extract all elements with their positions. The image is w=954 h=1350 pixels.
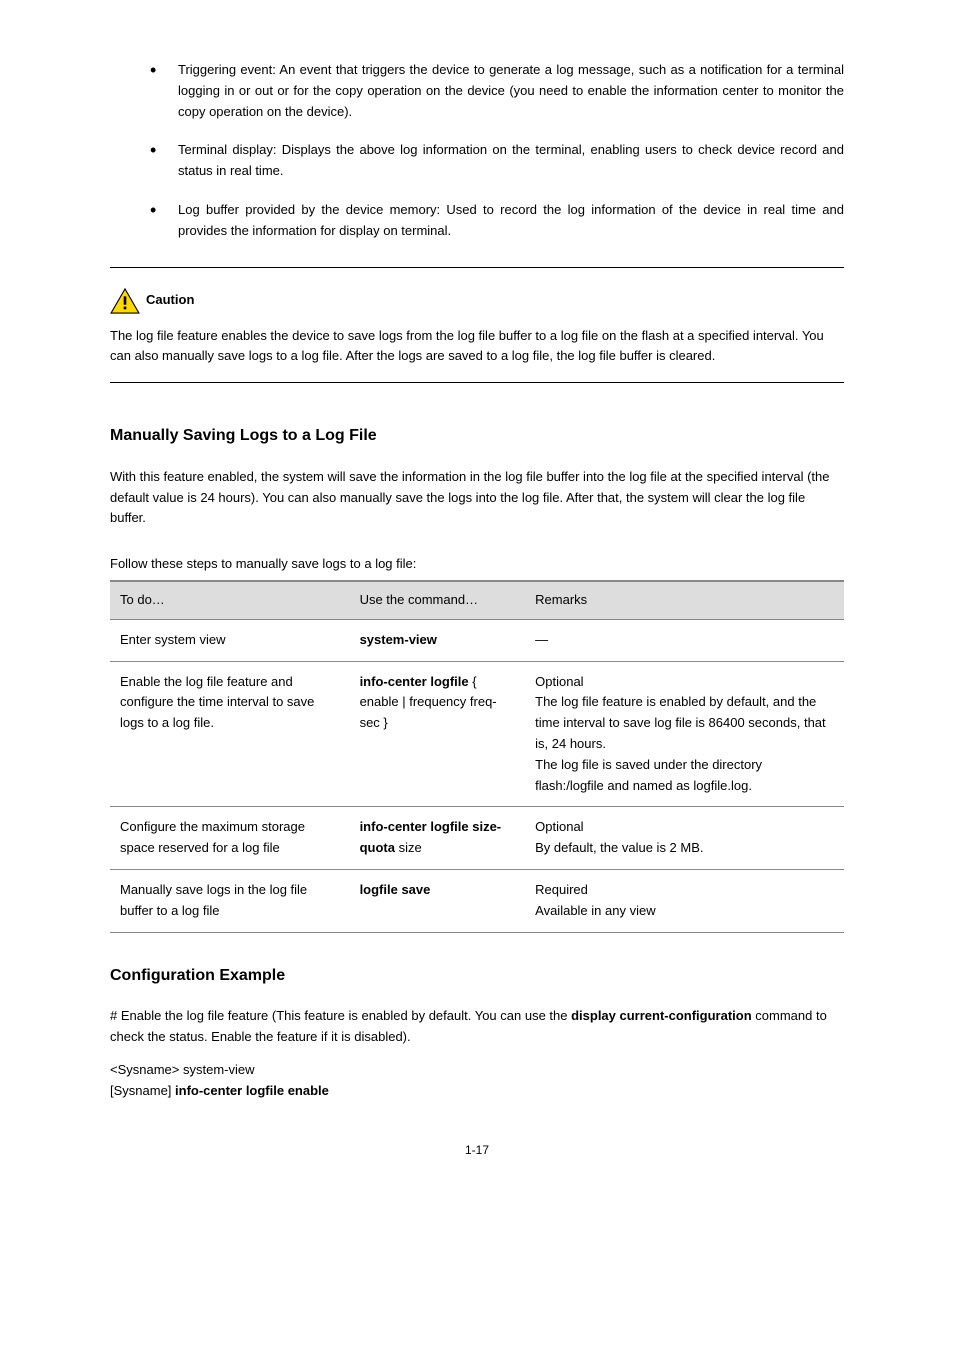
section-description: With this feature enabled, the system wi… (110, 467, 844, 529)
col-todo: To do… (110, 581, 350, 619)
bullet-list: Triggering event: An event that triggers… (150, 60, 844, 242)
table-row: Configure the maximum storage space rese… (110, 807, 844, 870)
cell-remarks: Required Available in any view (525, 869, 844, 932)
table-header-row: To do… Use the command… Remarks (110, 581, 844, 619)
example-line1: # Enable the log file feature (This feat… (110, 1006, 844, 1048)
caution-callout: Caution The log file feature enables the… (110, 267, 844, 384)
cell-todo: Enter system view (110, 619, 350, 661)
example-heading: Configuration Example (110, 963, 844, 989)
col-remarks: Remarks (525, 581, 844, 619)
example-code1: <Sysname> system-view [Sysname] info-cen… (110, 1060, 844, 1102)
table-row: Manually save logs in the log file buffe… (110, 869, 844, 932)
example-line1-prefix: # Enable the log file feature (This feat… (110, 1008, 571, 1023)
table-row: Enter system viewsystem-view— (110, 619, 844, 661)
caution-text: The log file feature enables the device … (110, 326, 844, 368)
cell-remarks: Optional By default, the value is 2 MB. (525, 807, 844, 870)
cell-todo: Enable the log file feature and configur… (110, 661, 350, 807)
code-command: info-center logfile enable (175, 1083, 329, 1098)
bullet-item: Triggering event: An event that triggers… (150, 60, 844, 122)
bullet-item: Log buffer provided by the device memory… (150, 200, 844, 242)
table-caption: Follow these steps to manually save logs… (110, 554, 844, 575)
cell-remarks: — (525, 619, 844, 661)
cell-todo: Configure the maximum storage space rese… (110, 807, 350, 870)
table-row: Enable the log file feature and configur… (110, 661, 844, 807)
section-heading: Manually Saving Logs to a Log File (110, 423, 844, 449)
example-line1-bold: display current-configuration (571, 1008, 752, 1023)
col-command: Use the command… (350, 581, 526, 619)
cell-command: info-center logfile { enable | frequency… (350, 661, 526, 807)
config-steps-table: To do… Use the command… Remarks Enter sy… (110, 580, 844, 933)
warning-icon (110, 288, 140, 314)
caution-header: Caution (110, 288, 844, 314)
bullet-item: Terminal display: Displays the above log… (150, 140, 844, 182)
cell-command: info-center logfile size-quota size (350, 807, 526, 870)
page-number: 1-17 (110, 1141, 844, 1160)
cell-command: system-view (350, 619, 526, 661)
cell-todo: Manually save logs in the log file buffe… (110, 869, 350, 932)
cell-remarks: Optional The log file feature is enabled… (525, 661, 844, 807)
cell-command: logfile save (350, 869, 526, 932)
caution-label: Caution (146, 290, 194, 311)
